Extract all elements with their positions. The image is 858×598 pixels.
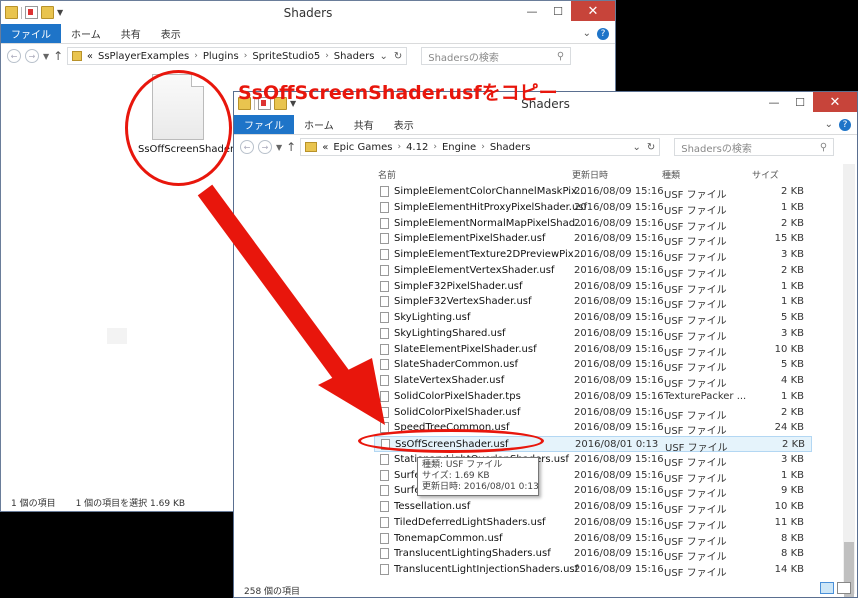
tooltip-date: 更新日時: 2016/08/01 0:13: [422, 482, 539, 492]
tooltip-type: 種類: USF ファイル: [422, 460, 503, 470]
highlight-oval: [358, 429, 544, 453]
arrow-shaft: [197, 184, 353, 386]
tooltip-size: サイズ: 1.69 KB: [422, 471, 490, 481]
file-tooltip: 種類: USF ファイル サイズ: 1.69 KB 更新日時: 2016/08/…: [417, 457, 539, 496]
annotation-text: SsOffScreenShader.usfをコピー: [238, 82, 558, 104]
